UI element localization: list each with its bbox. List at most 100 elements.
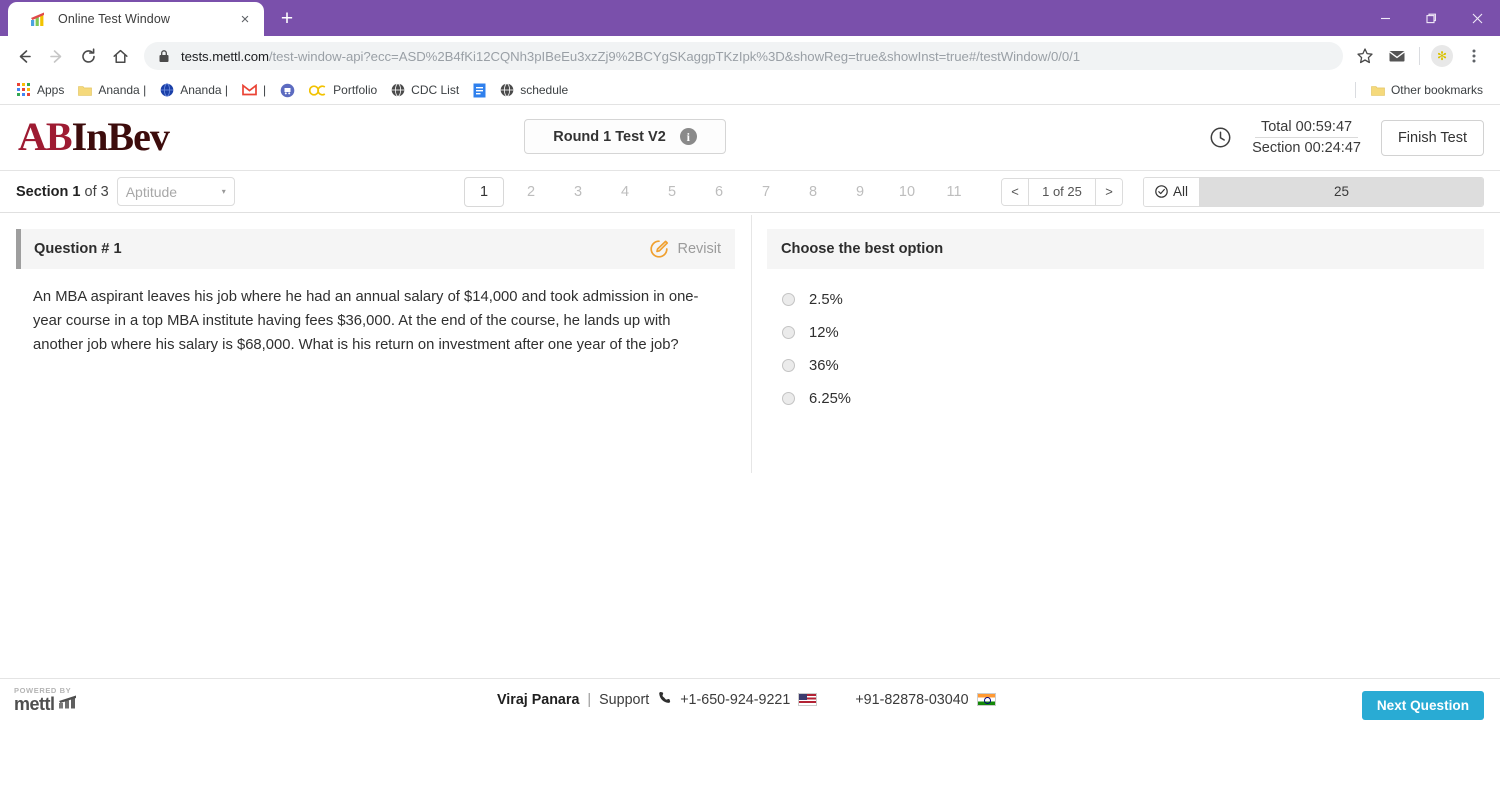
bookmark-schedule[interactable]: schedule [493,79,575,101]
window-controls [1362,0,1500,36]
user-name: Viraj Panara [497,691,580,708]
section-number: 1 [72,183,81,200]
reload-icon[interactable] [72,40,104,72]
test-name-button[interactable]: Round 1 Test V2 i [524,119,726,154]
url-host: tests.mettl.com [181,48,269,64]
app-header: ABInBev Round 1 Test V2 i Total 00:59:47… [0,105,1500,171]
globe-icon [391,83,405,97]
url-text: tests.mettl.com/test-window-api?ecc=ASD%… [181,49,1080,64]
address-bar[interactable]: tests.mettl.com/test-window-api?ecc=ASD%… [144,42,1343,70]
question-text: An MBA aspirant leaves his job where he … [33,289,699,354]
pager-number-6[interactable]: 6 [699,177,739,207]
home-icon[interactable] [104,40,136,72]
bookmarks-bar: Apps Ananda | Ananda | | Portfolio CDC L… [0,76,1500,105]
mettl-wordmark: mettl [14,694,55,715]
forward-arrow-icon[interactable] [40,40,72,72]
back-arrow-icon[interactable] [8,40,40,72]
question-status-counter: All 25 [1143,176,1484,207]
radio-button[interactable] [782,326,795,339]
tab-close-icon[interactable]: × [234,8,256,30]
pager-number-10[interactable]: 10 [887,177,927,207]
page-stepper: < 1 of 25 > [1001,177,1123,206]
pager-number-5[interactable]: 5 [652,177,692,207]
info-icon[interactable]: i [679,128,697,145]
bookmark-doc[interactable] [466,79,493,101]
section-select[interactable]: Aptitude ▾ [116,177,235,206]
bookmark-portfolio[interactable]: Portfolio [302,79,384,101]
option-row[interactable]: 2.5% [782,283,1484,316]
browser-tab[interactable]: Online Test Window × [8,2,264,36]
toolbar-divider [1419,47,1420,65]
pager-number-7[interactable]: 7 [746,177,786,207]
three-dot-menu-icon[interactable] [1458,40,1490,72]
clock-icon [1209,126,1232,149]
timers: Total 00:59:47 Section 00:24:47 [1246,117,1367,158]
browser-toolbar: tests.mettl.com/test-window-api?ecc=ASD%… [0,36,1500,76]
test-name-label: Round 1 Test V2 [553,128,666,145]
option-row[interactable]: 12% [782,316,1484,349]
toolbar-right-icons: ✻ [1349,40,1490,72]
question-pager: 1 2 3 4 5 6 7 8 9 10 11 < 1 of 25 > [464,176,1123,207]
lock-icon [158,49,170,63]
pager-number-2[interactable]: 2 [511,177,551,207]
options-pane: Choose the best option 2.5% 12% 36% 6.25… [751,213,1500,720]
envelope-icon[interactable] [1381,40,1413,72]
tab-title: Online Test Window [58,12,171,26]
folder-icon [1371,84,1385,97]
page-prev-button[interactable]: < [1002,178,1028,205]
finish-test-button[interactable]: Finish Test [1380,119,1484,156]
mettl-logo: mettl [14,694,80,715]
pager-number-8[interactable]: 8 [793,177,833,207]
page-indicator: 1 of 25 [1028,178,1096,205]
header-right: Total 00:59:47 Section 00:24:47 Finish T… [1209,117,1484,158]
bookmark-apps[interactable]: Apps [10,79,71,101]
revisit-button[interactable]: Revisit [649,239,721,259]
bookmark-ananda-folder[interactable]: Ananda | [71,79,153,101]
pager-number-4[interactable]: 4 [605,177,645,207]
bookmark-cdc-list[interactable]: CDC List [384,79,466,101]
option-label: 12% [809,324,839,341]
pencil-edit-icon [650,240,669,258]
abinbev-logo: ABInBev [18,113,170,159]
options-header: Choose the best option [767,229,1484,269]
filter-all-button[interactable]: All [1144,177,1200,206]
mettl-chart-icon [31,12,44,26]
other-bookmarks-button[interactable]: Other bookmarks [1364,79,1490,101]
pager-number-1[interactable]: 1 [464,176,504,207]
pager-number-11[interactable]: 11 [934,177,974,207]
star-icon[interactable] [1349,40,1381,72]
bookmark-label: Apps [37,83,65,97]
footer-separator: | [587,691,592,708]
pager-number-9[interactable]: 9 [840,177,880,207]
bookmark-ananda-site[interactable]: Ananda | [153,79,235,101]
page-next-button[interactable]: > [1096,178,1122,205]
other-bookmarks-label: Other bookmarks [1390,83,1483,97]
support-phone-us: +1-650-924-9221 [680,691,791,708]
pager-number-3[interactable]: 3 [558,177,598,207]
radio-button[interactable] [782,293,795,306]
option-row[interactable]: 6.25% [782,382,1484,415]
window-minimize-button[interactable] [1362,0,1408,36]
window-close-button[interactable] [1454,0,1500,36]
radio-button[interactable] [782,359,795,372]
question-title: Question # 1 [34,241,122,257]
main-content: Question # 1 Revisit An MBA aspirant lea… [0,213,1500,720]
app-footer: POWERED BY mettl Viraj Panara | Support [0,678,1500,720]
bookmark-label: | [263,83,267,97]
tab-strip: Online Test Window × + [0,0,1500,36]
new-tab-button[interactable]: + [272,3,302,33]
option-row[interactable]: 36% [782,349,1484,382]
options-list: 2.5% 12% 36% 6.25% [767,283,1484,415]
next-question-button[interactable]: Next Question [1361,691,1484,720]
bookmark-label: Ananda | [180,83,229,97]
window-maximize-button[interactable] [1408,0,1454,36]
counter-value: 25 [1200,177,1483,206]
other-bookmarks-area: Other bookmarks [1354,79,1490,101]
avatar-flower-icon[interactable]: ✻ [1426,40,1458,72]
logo-inbev: InBev [71,113,170,159]
radio-button[interactable] [782,392,795,405]
revisit-label: Revisit [677,241,721,257]
bookmark-gmail[interactable]: | [235,79,273,101]
section-of: of 3 [84,183,109,200]
bookmark-railway[interactable] [273,79,302,101]
